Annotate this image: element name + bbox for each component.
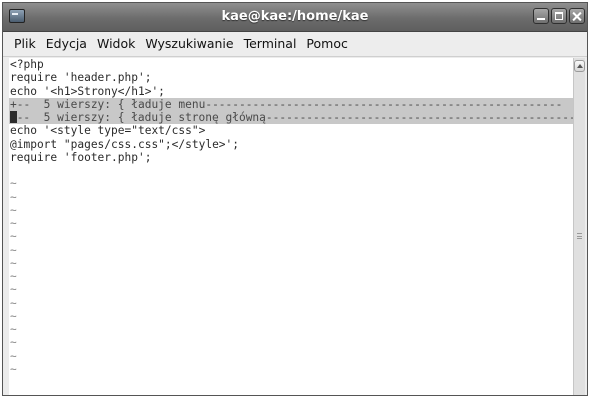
text-cursor	[10, 111, 17, 123]
tilde-line: ~	[10, 270, 17, 283]
vertical-scrollbar[interactable]	[573, 58, 585, 395]
menu-wyszukiwanie[interactable]: Wyszukiwanie	[140, 33, 238, 55]
tilde-line: ~	[10, 309, 17, 323]
empty-line	[9, 164, 577, 177]
tilde-line: ~	[10, 283, 17, 297]
tilde-line: ~	[10, 256, 17, 270]
title-bar[interactable]: kae@kae:/home/kae	[3, 3, 587, 32]
scroll-up-icon[interactable]	[574, 60, 585, 72]
code-line: echo '<style type="text/css">	[10, 124, 206, 138]
fold-line-main-page[interactable]: -- 5 wierszy: { ładuje stronę główną----…	[9, 111, 577, 125]
tilde-line: ~	[10, 243, 17, 257]
tilde-line: ~	[10, 362, 17, 376]
tilde-line: ~	[10, 336, 17, 350]
terminal-window: kae@kae:/home/kae Plik Edycja Widok Wysz…	[2, 2, 588, 396]
code-line: require 'footer.php';	[10, 150, 152, 164]
code-line: <?php	[10, 58, 44, 71]
tilde-line: ~	[10, 296, 17, 310]
menu-terminal[interactable]: Terminal	[239, 33, 302, 55]
code-line: @import "pages/css.css";</style>';	[10, 137, 240, 151]
empty-buffer-lines: ~ ~ ~ ~ ~ ~ ~ ~ ~ ~ ~ ~ ~ ~ ~	[9, 177, 577, 376]
tilde-line: ~	[10, 349, 17, 363]
close-icon[interactable]	[569, 8, 585, 24]
tilde-line: ~	[10, 230, 17, 244]
menu-plik[interactable]: Plik	[9, 33, 41, 55]
code-line: require 'header.php';	[10, 71, 152, 85]
tilde-line: ~	[10, 190, 17, 204]
tilde-line: ~	[10, 177, 17, 191]
tilde-line: ~	[10, 203, 17, 217]
menu-widok[interactable]: Widok	[92, 33, 140, 55]
fold-line-text: -- 5 wierszy: { ładuje stronę główną----…	[16, 111, 576, 124]
terminal-text-area[interactable]: <?php require 'header.php'; echo '<h1>St…	[9, 58, 577, 395]
menu-pomoc[interactable]: Pomoc	[301, 33, 352, 55]
maximize-icon[interactable]	[551, 8, 567, 24]
code-line: echo '<h1>Strony</h1>';	[10, 84, 165, 98]
minimize-icon[interactable]	[533, 8, 549, 24]
window-title: kae@kae:/home/kae	[221, 9, 369, 24]
scroll-grip-icon[interactable]	[577, 233, 582, 239]
menu-bar: Plik Edycja Widok Wyszukiwanie Terminal …	[3, 32, 587, 57]
menu-edycja[interactable]: Edycja	[41, 33, 92, 55]
tilde-line: ~	[10, 323, 17, 336]
tilde-line: ~	[10, 217, 17, 230]
fold-line-menu[interactable]: +-- 5 wierszy: { ładuje menu------------…	[9, 97, 577, 111]
